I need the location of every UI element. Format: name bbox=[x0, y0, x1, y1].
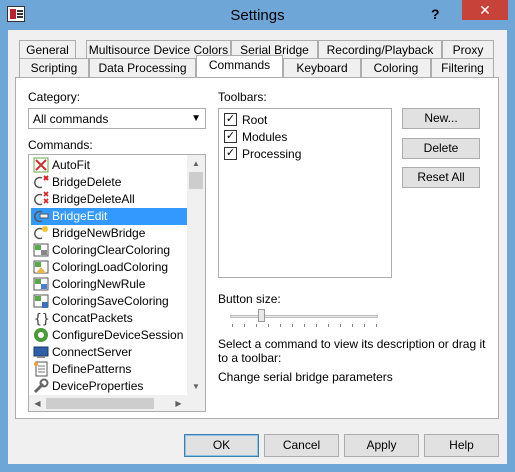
list-item-label: BridgeDelete bbox=[52, 175, 122, 189]
list-item[interactable]: ColoringNewRule bbox=[31, 276, 188, 293]
chevron-down-icon[interactable]: ▼ bbox=[191, 113, 201, 124]
list-item-label: AutoFit bbox=[52, 158, 91, 172]
list-item[interactable]: {} ConcatPackets bbox=[31, 310, 188, 327]
list-item[interactable]: BridgeDeleteAll bbox=[31, 191, 188, 208]
list-item-label: ConfigureDeviceSession bbox=[52, 328, 184, 342]
list-item-label: ColoringClearColoring bbox=[52, 243, 171, 257]
list-item-label: ColoringNewRule bbox=[52, 277, 146, 291]
commands-vertical-scrollbar[interactable]: ▲ ▼ bbox=[187, 155, 205, 395]
scroll-thumb[interactable] bbox=[46, 398, 154, 409]
scroll-right-icon[interactable]: ▶ bbox=[170, 395, 187, 411]
list-item-label: ColoringLoadColoring bbox=[52, 260, 169, 274]
toolbars-label: Toolbars: bbox=[218, 90, 267, 104]
svg-text:{}: {} bbox=[34, 312, 49, 326]
tab-coloring[interactable]: Coloring bbox=[361, 58, 431, 77]
tab-filtering[interactable]: Filtering bbox=[431, 58, 494, 77]
list-item[interactable]: BridgeEdit bbox=[31, 208, 188, 225]
reset-all-button[interactable]: Reset All bbox=[402, 167, 480, 188]
category-select[interactable]: All commands ▼ bbox=[28, 108, 206, 129]
button-size-label: Button size: bbox=[218, 292, 281, 306]
toolbar-item-label: Root bbox=[242, 113, 268, 127]
tab-data-processing[interactable]: Data Processing bbox=[89, 58, 196, 77]
tab-general[interactable]: General bbox=[19, 40, 76, 59]
bridge-new-icon bbox=[34, 226, 48, 240]
tab-proxy[interactable]: Proxy bbox=[442, 40, 494, 59]
command-description: Change serial bridge parameters bbox=[218, 370, 393, 384]
bridge-delete-all-icon bbox=[34, 191, 49, 206]
commands-label: Commands: bbox=[28, 138, 93, 152]
new-toolbar-button[interactable]: New... bbox=[402, 108, 480, 129]
coloring-new-rule-icon bbox=[33, 277, 49, 291]
list-item[interactable]: ConnectServer bbox=[31, 344, 188, 361]
button-size-slider[interactable] bbox=[230, 315, 378, 318]
connect-server-icon bbox=[33, 346, 49, 358]
toolbars-list[interactable]: ✓ Root ✓ Modules ✓ Processing bbox=[218, 108, 392, 278]
tab-recording-playback[interactable]: Recording/Playback bbox=[318, 40, 442, 59]
list-item-label: ConnectServer bbox=[52, 345, 133, 359]
processing-checkbox[interactable]: ✓ bbox=[224, 147, 237, 160]
scrollbar-corner bbox=[187, 395, 205, 411]
list-item[interactable]: ConfigureDeviceSession bbox=[31, 327, 188, 344]
scroll-up-icon[interactable]: ▲ bbox=[187, 155, 205, 172]
list-item-label: ColoringSaveColoring bbox=[52, 294, 169, 308]
define-patterns-icon bbox=[34, 361, 48, 377]
bridge-edit-icon bbox=[34, 210, 49, 223]
list-item-label: BridgeNewBridge bbox=[52, 226, 146, 240]
apply-button[interactable]: Apply bbox=[344, 434, 419, 457]
bridge-delete-icon bbox=[34, 175, 49, 189]
scroll-down-icon[interactable]: ▼ bbox=[187, 378, 205, 395]
title-bar[interactable]: Settings ? ✕ bbox=[0, 0, 515, 30]
concat-packets-icon: {} bbox=[34, 312, 49, 326]
close-button[interactable]: ✕ bbox=[462, 0, 508, 20]
coloring-clear-icon bbox=[33, 243, 49, 257]
list-item[interactable]: DeviceProperties bbox=[31, 378, 188, 395]
list-item-label: ConcatPackets bbox=[52, 311, 133, 325]
commands-horizontal-scrollbar[interactable]: ◀ ▶ bbox=[29, 395, 187, 411]
tab-commands[interactable]: Commands bbox=[196, 55, 283, 77]
tab-scripting[interactable]: Scripting bbox=[19, 58, 89, 77]
modules-checkbox[interactable]: ✓ bbox=[224, 130, 237, 143]
root-checkbox[interactable]: ✓ bbox=[224, 113, 237, 126]
list-item-label: DeviceProperties bbox=[52, 379, 144, 393]
category-value: All commands bbox=[33, 112, 109, 126]
configure-session-icon bbox=[34, 328, 48, 342]
command-hint-text: Select a command to view its description… bbox=[218, 337, 486, 365]
commands-list[interactable]: AutoFit BridgeDelete BridgeDeleteAll Bri… bbox=[28, 154, 206, 412]
delete-toolbar-button[interactable]: Delete bbox=[402, 138, 480, 159]
coloring-load-icon bbox=[33, 260, 49, 274]
toolbar-item-label: Processing bbox=[242, 147, 302, 161]
list-item-label: BridgeEdit bbox=[52, 209, 108, 223]
ok-button[interactable]: OK bbox=[184, 434, 259, 457]
tab-keyboard[interactable]: Keyboard bbox=[283, 58, 361, 77]
cancel-button[interactable]: Cancel bbox=[264, 434, 339, 457]
button-size-slider-thumb[interactable] bbox=[258, 309, 265, 322]
list-item-label: DefinePatterns bbox=[52, 362, 132, 376]
coloring-save-icon bbox=[33, 294, 49, 308]
list-item-label: BridgeDeleteAll bbox=[52, 192, 135, 206]
category-label: Category: bbox=[28, 90, 81, 104]
help-button[interactable]: Help bbox=[424, 434, 499, 457]
list-item[interactable]: AutoFit bbox=[31, 157, 188, 174]
list-item[interactable]: ColoringLoadColoring bbox=[31, 259, 188, 276]
scroll-thumb[interactable] bbox=[189, 172, 203, 189]
list-item[interactable]: BridgeNewBridge bbox=[31, 225, 188, 242]
list-item[interactable]: DefinePatterns bbox=[31, 361, 188, 378]
slider-ticks bbox=[232, 324, 378, 327]
help-question-icon[interactable]: ? bbox=[431, 6, 440, 22]
list-item[interactable]: BridgeDelete bbox=[31, 174, 188, 191]
list-item[interactable]: ColoringClearColoring bbox=[31, 242, 188, 259]
device-properties-icon bbox=[33, 378, 49, 394]
toolbar-item-label: Modules bbox=[242, 130, 288, 144]
autofit-icon bbox=[33, 157, 49, 173]
scroll-left-icon[interactable]: ◀ bbox=[29, 395, 46, 411]
list-item[interactable]: ColoringSaveColoring bbox=[31, 293, 188, 310]
